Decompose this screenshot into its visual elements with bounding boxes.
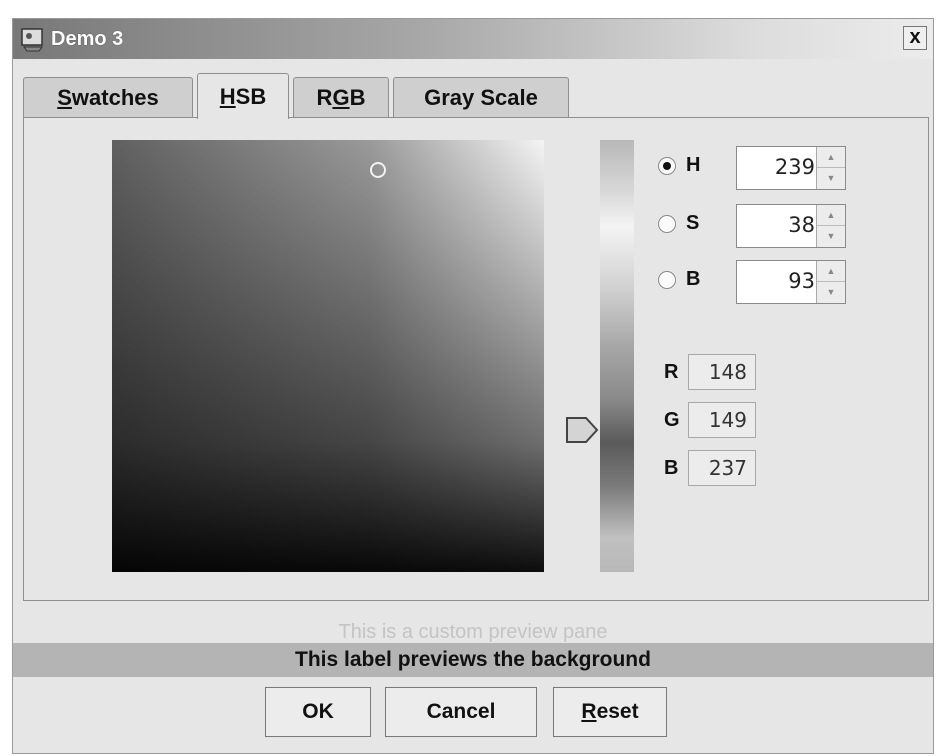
hue-spinner[interactable]: 239 ▲ ▼ <box>736 146 846 190</box>
tab-label-rest: SB <box>235 83 267 109</box>
rgb-b-value: 237 <box>688 450 756 486</box>
color-chooser-window: Demo 3 x Swatches H SB RGB Gray Scale H 2… <box>12 18 934 754</box>
spin-down-icon[interactable]: ▼ <box>817 168 845 189</box>
tab-gray-scale[interactable]: Gray Scale <box>393 77 569 117</box>
saturation-value: 38 <box>788 213 815 237</box>
tab-mnemonic: H <box>219 83 236 109</box>
tab-label: Gray Scale <box>424 84 538 110</box>
tab-mnemonic: G <box>332 84 350 110</box>
ok-button[interactable]: OK <box>265 687 371 737</box>
rgb-b-label: B <box>664 456 679 479</box>
rgb-g-label: G <box>664 408 680 431</box>
rgb-r-row: R 148 <box>664 354 756 390</box>
hsb-panel: H 239 ▲ ▼ S 38 ▲ ▼ B 93 ▲ ▼ R 148 G 149 … <box>23 117 929 601</box>
radio-s[interactable] <box>658 214 676 233</box>
radio-h-label: H <box>686 154 701 176</box>
close-icon[interactable]: x <box>903 26 927 50</box>
radio-s-row[interactable]: S <box>658 212 699 235</box>
applet-icon <box>19 25 47 53</box>
radio-s-label: S <box>686 212 700 234</box>
cancel-button[interactable]: Cancel <box>385 687 537 737</box>
tab-label-rest: B <box>349 84 366 110</box>
slider-arrow-icon[interactable] <box>564 414 600 446</box>
radio-b-row[interactable]: B <box>658 268 700 291</box>
color-picker-handle[interactable] <box>370 162 386 178</box>
rgb-r-value: 148 <box>688 354 756 390</box>
radio-b-label: B <box>686 268 701 290</box>
brightness-spinner[interactable]: 93 ▲ ▼ <box>736 260 846 304</box>
saturation-spinner-buttons: ▲ ▼ <box>816 205 845 247</box>
tab-hsb[interactable]: H SB <box>197 73 289 119</box>
hue-value: 239 <box>774 155 815 179</box>
spin-up-icon[interactable]: ▲ <box>817 261 845 282</box>
brightness-spinner-buttons: ▲ ▼ <box>816 261 845 303</box>
tab-rgb[interactable]: RGB <box>293 77 389 117</box>
ok-button-label: OK <box>302 700 334 723</box>
cancel-button-label: Cancel <box>426 700 496 723</box>
window-title: Demo 3 <box>51 27 124 50</box>
title-bar[interactable]: Demo 3 x <box>13 19 933 59</box>
spin-up-icon[interactable]: ▲ <box>817 147 845 168</box>
rgb-r-label: R <box>664 360 679 383</box>
tab-label-pre: R <box>316 84 333 110</box>
brightness-value: 93 <box>788 269 815 293</box>
tab-label-rest: watches <box>71 84 159 110</box>
preview-caption: This is a custom preview pane <box>338 621 608 643</box>
spin-down-icon[interactable]: ▼ <box>817 282 845 303</box>
reset-label-rest: eset <box>596 700 639 723</box>
saturation-brightness-field[interactable] <box>112 140 544 572</box>
reset-mnemonic: R <box>581 700 597 723</box>
radio-h-row[interactable]: H <box>658 154 700 177</box>
spin-down-icon[interactable]: ▼ <box>817 226 845 247</box>
tab-swatches[interactable]: Swatches <box>23 77 193 117</box>
reset-button[interactable]: Reset <box>553 687 667 737</box>
radio-b[interactable] <box>658 270 676 289</box>
hue-spinner-buttons: ▲ ▼ <box>816 147 845 189</box>
rgb-g-row: G 149 <box>664 402 756 438</box>
radio-h[interactable] <box>658 156 676 175</box>
hue-slider[interactable] <box>600 140 634 572</box>
saturation-spinner[interactable]: 38 ▲ ▼ <box>736 204 846 248</box>
spin-up-icon[interactable]: ▲ <box>817 205 845 226</box>
rgb-g-value: 149 <box>688 402 756 438</box>
preview-label: This label previews the background <box>13 643 933 677</box>
tab-mnemonic: S <box>57 84 72 110</box>
rgb-b-row: B 237 <box>664 450 756 486</box>
